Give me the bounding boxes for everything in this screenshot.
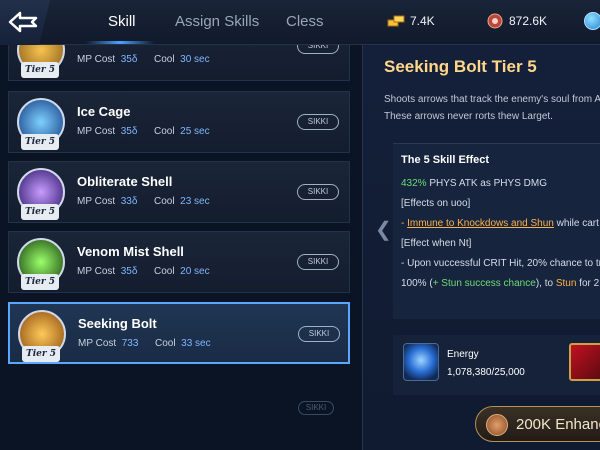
tier-badge: Tier 5 [21,204,59,220]
slot-button[interactable]: SIKKI [297,114,339,130]
skill-name: Obliterate Shell [77,174,173,189]
mp-cost: MP Cost 35δ [77,266,138,277]
tier-badge: Tier 5 [21,274,59,290]
currency-gold: 7.4K [386,12,435,30]
effect-line: [Effect when Nt] [401,238,472,249]
tab-skill[interactable]: Skill [108,13,136,30]
cooldown: Cool 20 sec [154,266,210,277]
energy-box: Energy 1,078,380/25,000 [393,335,600,395]
slot-button[interactable]: SIKKI [297,45,339,54]
tab-assign-skills[interactable]: Assign Skills [175,13,259,30]
effect-line: - Immune to Knockdows and Shun while car… [401,218,599,229]
skill-row-selected[interactable]: Tier 5 Seeking Bolt MP Cost 733 Cool 33 … [8,302,350,364]
slot-button[interactable]: SIKKI [298,326,340,342]
currency-gem: 872.6K [485,12,547,30]
skill-row[interactable]: Tier 5 Venom Mist Shell MP Cost 35δ Cool… [8,231,350,293]
effect-line: 100% (+ Stun success chance), to Stun fo… [401,278,600,289]
skill-effect-box: The 5 Skill Effect 432% PHYS ATK as PHYS… [393,143,600,319]
tab-active-indicator [86,41,154,44]
slot-button[interactable]: SIKKI [297,184,339,200]
enhance-coin-icon [486,414,508,436]
cooldown: Cool 33 sec [155,338,211,349]
cooldown: Cool 25 sec [154,126,210,137]
gold-bars-icon [387,15,405,27]
tier-badge: Tier 5 [22,346,60,362]
enhance-label: 200K Enhanc [516,416,600,433]
energy-orb-icon [403,343,439,381]
effect-line: 432% PHYS ATK as PHYS DMG [401,178,547,189]
plus-icon[interactable] [584,12,600,30]
tier-badge: Tier 5 [21,134,59,150]
energy-label: Energy [447,349,479,360]
gem-amount: 872.6K [509,14,548,28]
back-button[interactable] [0,0,50,45]
previous-arrow-icon[interactable]: ❮ [375,217,392,242]
skill-name: Seeking Bolt [78,316,157,331]
skill-detail-panel: Seeking Bolt Tier 5 Shoots arrows that t… [362,45,600,450]
add-currency[interactable] [584,12,600,30]
detail-title: Seeking Bolt Tier 5 [384,57,537,76]
red-gem-icon [487,13,503,29]
energy-value: 1,078,380/25,000 [447,367,525,378]
mp-cost: MP Cost 35δ [77,126,138,137]
skill-list: Tier 5 MP Cost 35δ Cool 30 sec SIKKI Tie… [0,45,355,450]
skill-name: Ice Cage [77,104,131,119]
skill-book-icon[interactable] [569,343,600,381]
skill-row[interactable]: Tier 5 Ice Cage MP Cost 35δ Cool 25 sec … [8,91,350,153]
mp-cost: MP Cost 33δ [77,196,138,207]
tier-badge: Tier 5 [21,62,59,78]
cooldown: Cool 23 sec [154,196,210,207]
effect-line: - Upon vuccessful CRIT Hit, 20% chance t… [401,258,600,269]
effect-line: [Effects on uoo] [401,198,471,209]
top-bar: Skill Assign Skills Cless 7.4K 872.6K [0,0,600,45]
enhance-button[interactable]: 200K Enhanc [475,406,600,442]
empty-slot-button[interactable]: SIKKI [298,401,334,415]
mp-cost: MP Cost 35δ [77,54,138,65]
slot-button[interactable]: SIKKI [297,254,339,270]
cooldown: Cool 30 sec [154,54,210,65]
gold-amount: 7.4K [410,14,435,28]
skill-name: Venom Mist Shell [77,244,184,259]
effect-title: The 5 Skill Effect [401,154,490,166]
skill-row[interactable]: Tier 5 Obliterate Shell MP Cost 33δ Cool… [8,161,350,223]
skill-row[interactable]: Tier 5 MP Cost 35δ Cool 30 sec SIKKI [8,45,350,81]
back-arrow-icon [8,11,38,33]
tab-class[interactable]: Cless [286,13,324,30]
mp-cost: MP Cost 733 [78,338,139,349]
detail-description: Shoots arrows that track the enemy's sou… [384,94,600,122]
